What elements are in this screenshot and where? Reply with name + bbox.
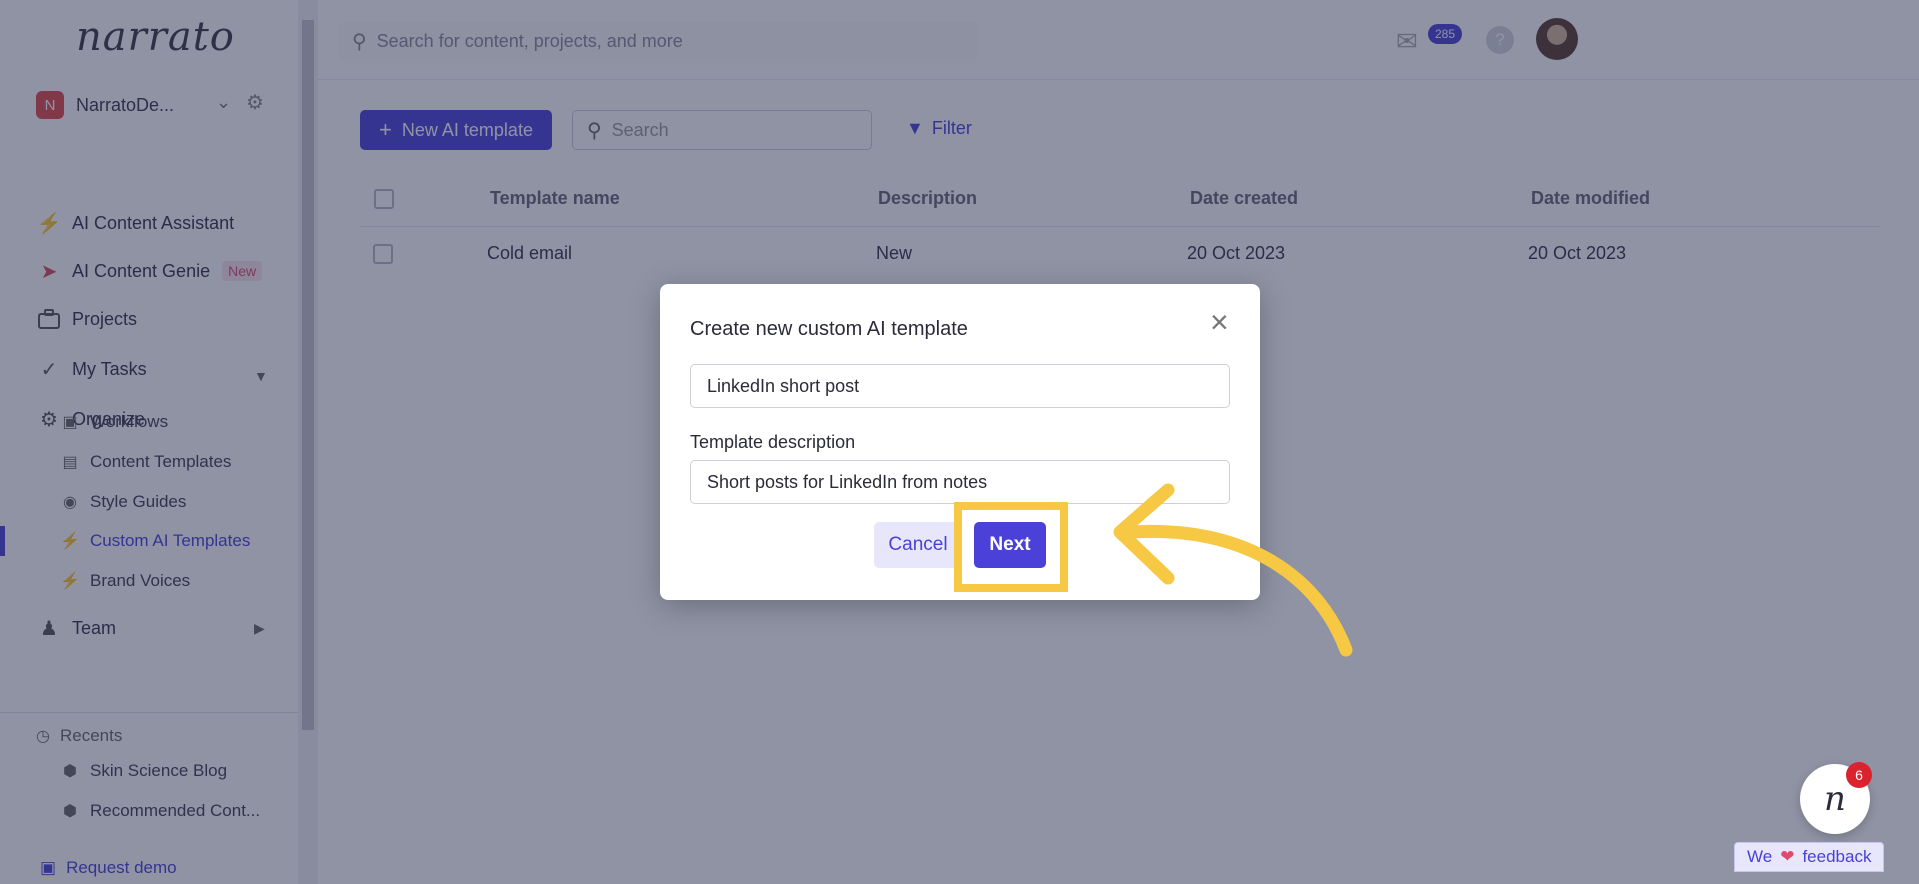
chat-logo: n bbox=[1824, 779, 1846, 819]
template-description-label: Template description bbox=[690, 432, 856, 452]
heart-icon: ❤ bbox=[1780, 847, 1795, 866]
cancel-button[interactable]: Cancel bbox=[874, 522, 962, 568]
chat-count-badge: 6 bbox=[1846, 762, 1872, 788]
feedback-suffix: feedback bbox=[1802, 847, 1872, 866]
feedback-prefix: We bbox=[1747, 847, 1773, 866]
next-button-highlight bbox=[954, 502, 1068, 592]
modal-title: Create new custom AI template bbox=[690, 318, 968, 340]
template-name-input[interactable]: LinkedIn short post bbox=[690, 364, 1230, 408]
close-icon[interactable]: × bbox=[1210, 306, 1229, 338]
feedback-button[interactable]: We ❤ feedback bbox=[1734, 842, 1885, 872]
tutorial-arrow-icon bbox=[1113, 483, 1353, 657]
